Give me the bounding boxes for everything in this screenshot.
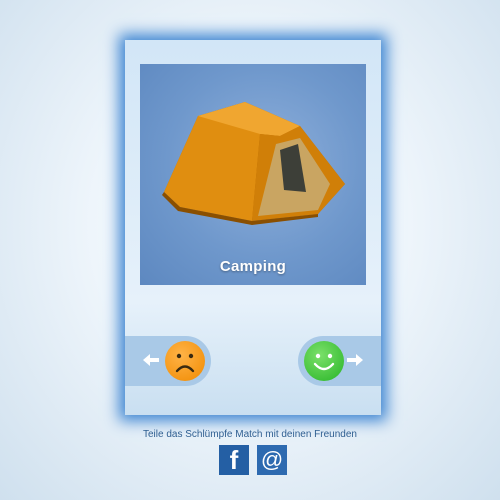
card-caption: Camping	[219, 258, 287, 275]
facebook-share-button[interactable]: f	[219, 445, 249, 475]
right-arrow-icon	[347, 354, 363, 366]
left-arrow-icon	[143, 354, 159, 366]
facebook-icon: f	[229, 444, 239, 475]
email-share-button[interactable]: @	[257, 445, 287, 475]
tent-image	[162, 102, 345, 225]
dislike-button[interactable]	[125, 336, 211, 386]
sad-face-icon	[165, 341, 205, 381]
card-image: Camping	[140, 64, 366, 285]
like-button[interactable]	[298, 336, 381, 386]
happy-face-icon	[304, 341, 344, 381]
match-card[interactable]: Camping	[125, 40, 381, 415]
email-icon: @	[260, 447, 284, 472]
share-text: Teile das Schlümpfe Match mit deinen Fre…	[142, 429, 357, 440]
